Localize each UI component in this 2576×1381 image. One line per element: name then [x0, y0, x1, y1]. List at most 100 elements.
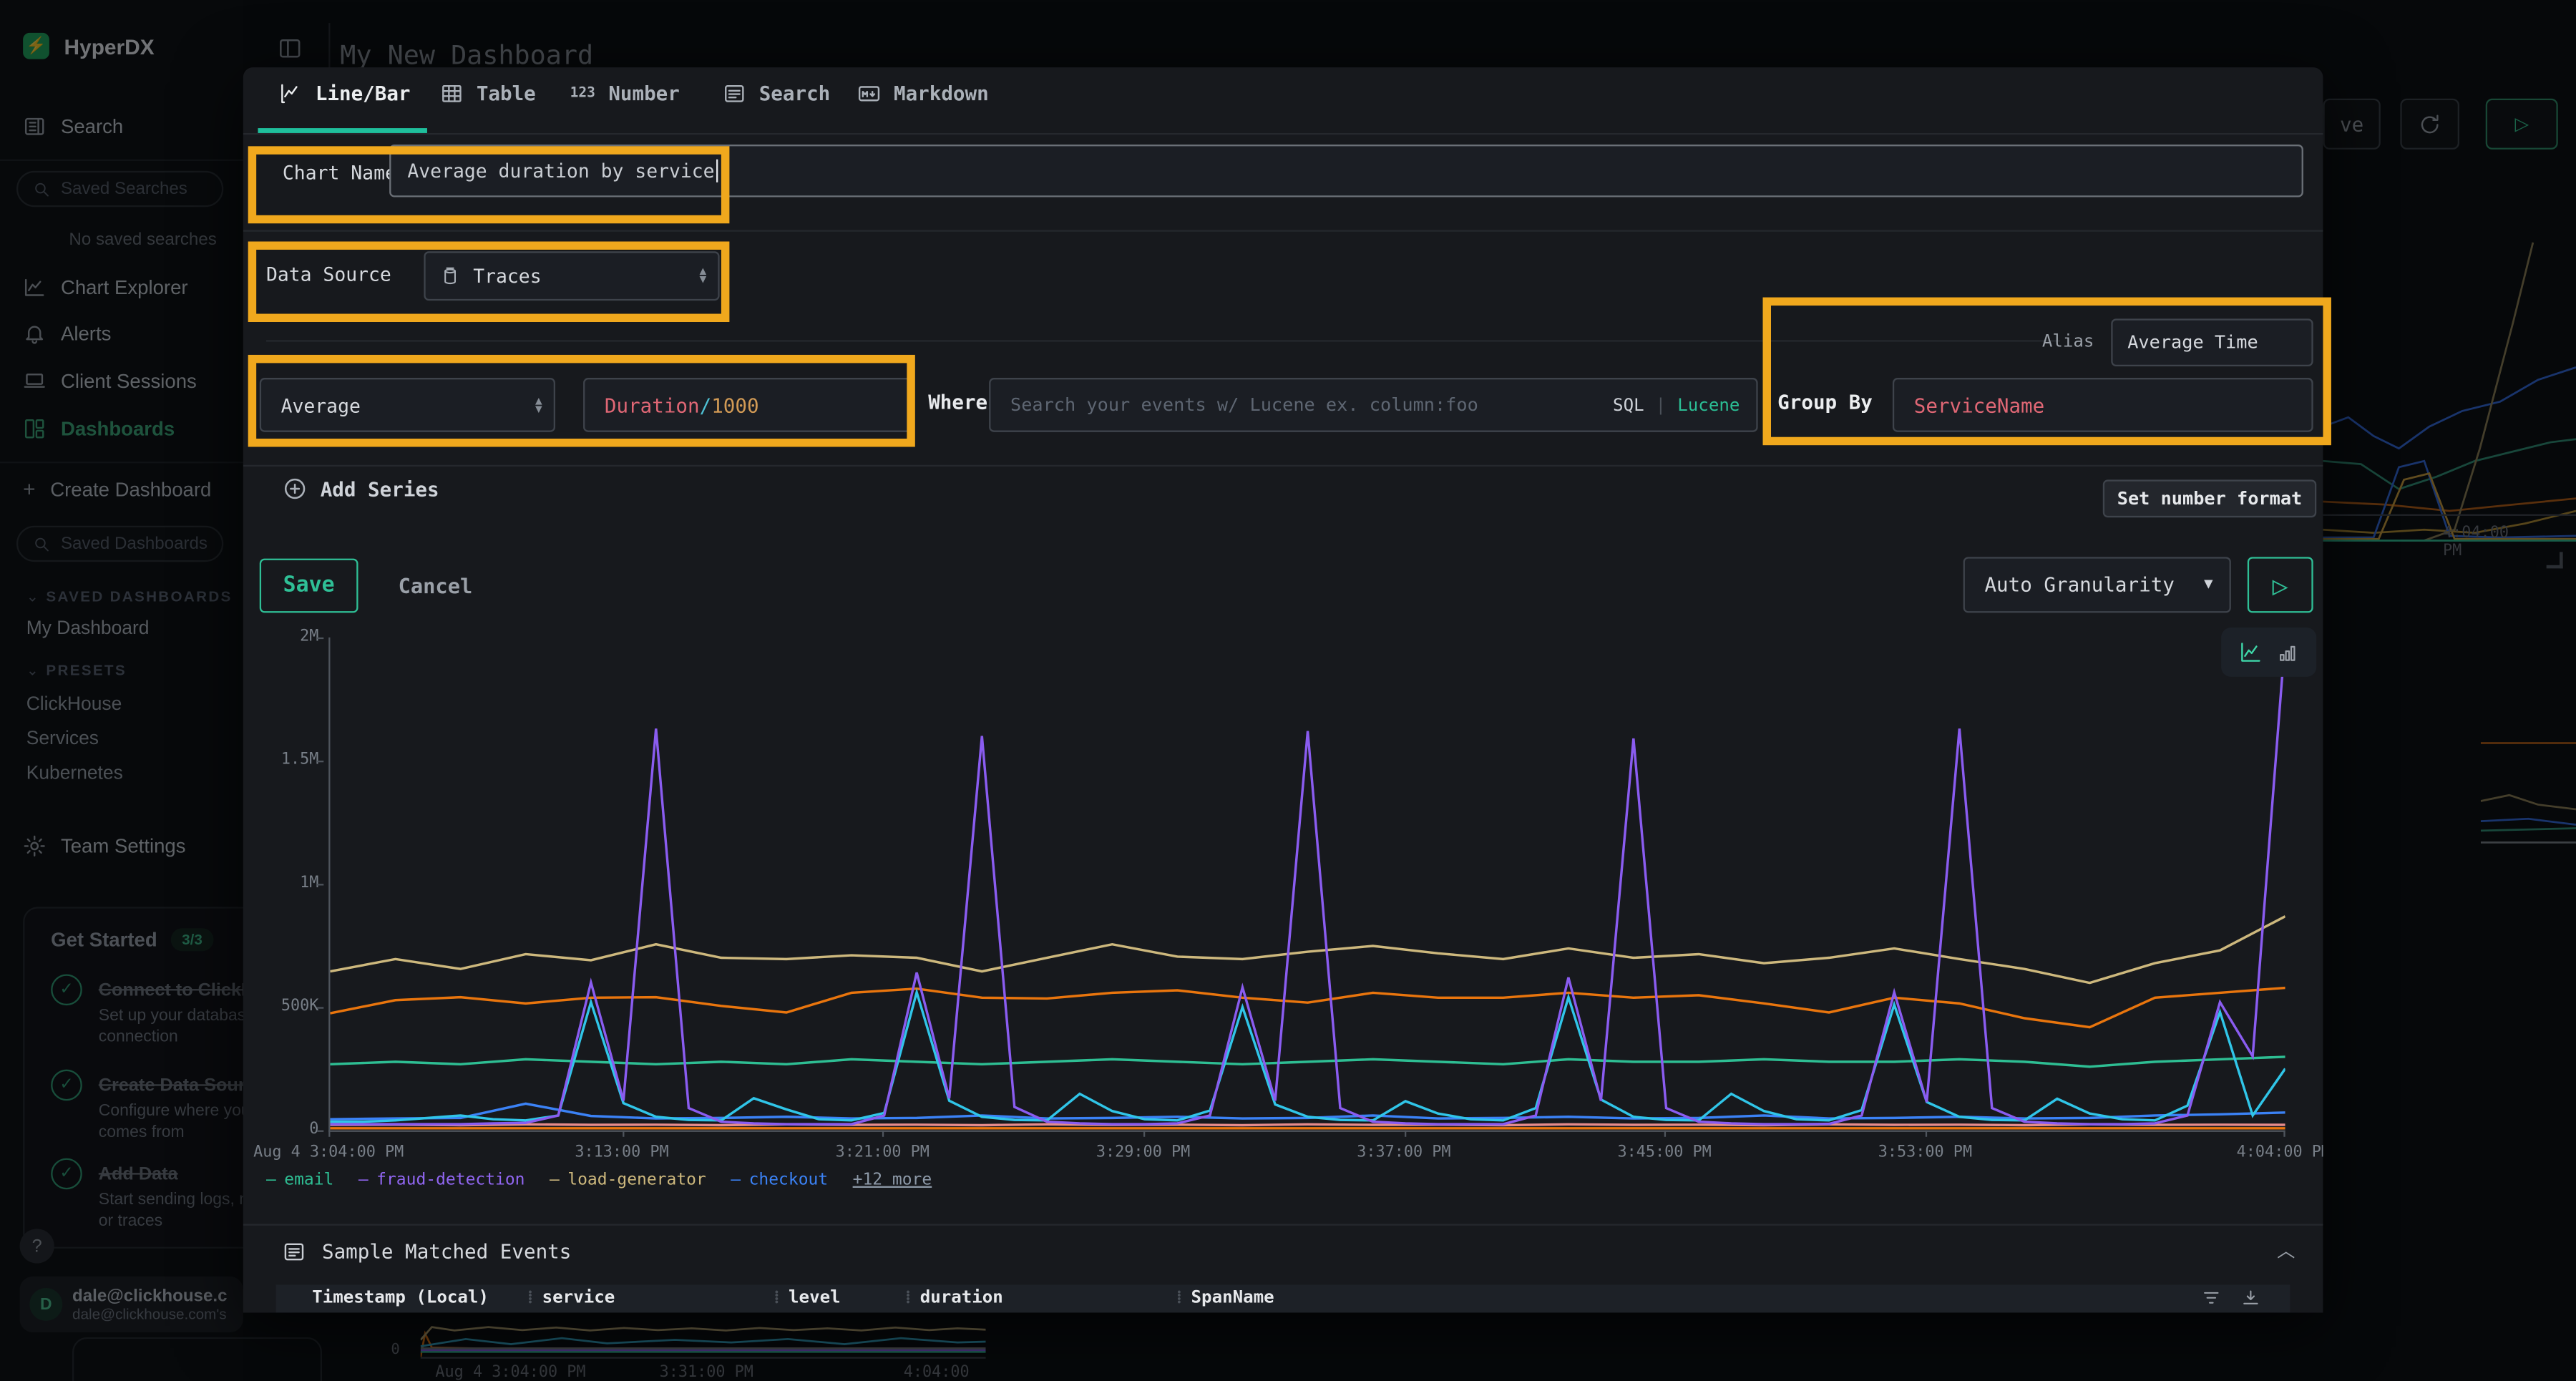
x-tick-label: 3:21:00 PM	[836, 1143, 930, 1161]
granularity-select[interactable]: Auto Granularity ▼	[1963, 557, 2231, 613]
column-separator[interactable]: ⁞	[527, 1284, 533, 1312]
column-header[interactable]: level	[789, 1284, 841, 1312]
column-separator[interactable]: ⁞	[905, 1284, 911, 1312]
sample-events-title: Sample Matched Events	[322, 1240, 571, 1263]
x-tickmark	[1664, 1131, 1666, 1137]
annotation-aggregation	[248, 355, 915, 447]
legend-more-link[interactable]: +12 more	[853, 1171, 932, 1189]
x-tick-label: 3:29:00 PM	[1096, 1143, 1190, 1161]
chart-series	[330, 1057, 2285, 1067]
add-series-label: Add Series	[321, 477, 439, 500]
chevron-down-icon: ▼	[2204, 577, 2212, 593]
y-tick-label: 1.5M	[281, 751, 319, 768]
x-tick-label: 4:04:00 PM	[2237, 1143, 2323, 1161]
tab-search[interactable]: Search	[723, 82, 830, 105]
screenshot-root: ⚡ HyperDX Search Saved Searches No saved…	[0, 0, 2576, 1381]
stage: ⚡ HyperDX Search Saved Searches No saved…	[0, 0, 2576, 1381]
tab-number[interactable]: 123 Number	[570, 82, 680, 105]
x-tickmark	[882, 1131, 884, 1137]
chart-series	[330, 638, 2285, 1124]
bar-chart-icon[interactable]	[2277, 642, 2298, 663]
x-tickmark	[1143, 1131, 1145, 1137]
column-header[interactable]: SpanName	[1191, 1284, 1274, 1312]
legend-item[interactable]: — fraud-detection	[358, 1171, 525, 1189]
where-placeholder: Search your events w/ Lucene ex. column:…	[990, 394, 1478, 416]
legend-swatch: —	[266, 1171, 276, 1189]
add-series-button[interactable]: Add Series	[283, 477, 439, 501]
chart-legend: — email — fraud-detection — load-generator — ch…	[266, 1171, 932, 1189]
chart-series	[330, 1124, 2285, 1125]
line-chart-icon[interactable]	[2239, 640, 2262, 663]
y-tick-label: 2M	[300, 628, 318, 645]
y-tickmark	[317, 761, 323, 762]
line-chart-icon	[279, 82, 302, 105]
legend-swatch: —	[358, 1171, 369, 1189]
column-header[interactable]: Timestamp (Local)	[312, 1284, 489, 1312]
set-number-format-button[interactable]: Set number format	[2103, 479, 2316, 517]
y-tick-label: 0	[309, 1121, 318, 1138]
sample-events-header[interactable]: Sample Matched Events	[283, 1240, 571, 1263]
granularity-value: Auto Granularity	[1965, 573, 2175, 596]
column-header[interactable]: service	[542, 1284, 615, 1312]
123-icon: 123	[570, 85, 595, 102]
tab-table[interactable]: Table	[440, 82, 535, 105]
collapse-chevron-icon[interactable]: ︿	[2277, 1237, 2295, 1264]
annotation-group-by	[1763, 298, 2331, 446]
annotation-chart-name	[248, 146, 730, 223]
legend-label: email	[284, 1171, 333, 1189]
legend-label: fraud-detection	[376, 1171, 525, 1189]
x-tick-label: 3:53:00 PM	[1878, 1143, 1972, 1161]
legend-swatch: —	[550, 1171, 560, 1189]
run-chart-button[interactable]: ▷	[2248, 557, 2313, 613]
y-tickmark	[317, 638, 323, 639]
column-separator[interactable]: ⁞	[774, 1284, 779, 1312]
legend-label: checkout	[749, 1171, 829, 1189]
column-header[interactable]: duration	[920, 1284, 1003, 1312]
y-tick-label: 1M	[300, 874, 318, 892]
x-tickmark	[1925, 1131, 1926, 1137]
x-tick-label: Aug 4 3:04:00 PM	[253, 1143, 404, 1161]
y-axis: 0500K1M1.5M2M	[243, 638, 322, 1131]
chart-series	[330, 917, 2285, 983]
legend-label: load-generator	[567, 1171, 706, 1189]
list-icon	[283, 1240, 306, 1263]
mode-divider: |	[1656, 395, 1667, 415]
tab-line-bar[interactable]: Line/Bar	[279, 82, 410, 105]
annotation-data-source	[248, 242, 730, 323]
x-tickmark	[1404, 1131, 1405, 1137]
tab-markdown[interactable]: Markdown	[857, 82, 988, 105]
play-icon: ▷	[2273, 570, 2288, 601]
download-icon[interactable]	[2241, 1288, 2261, 1308]
table-icon	[440, 82, 463, 105]
legend-item[interactable]: — load-generator	[550, 1171, 706, 1189]
legend-item[interactable]: — email	[266, 1171, 333, 1189]
column-separator[interactable]: ⁞	[1176, 1284, 1182, 1312]
chart-type-toggle	[2221, 628, 2316, 677]
cancel-button[interactable]: Cancel	[386, 559, 485, 613]
legend-item[interactable]: — checkout	[731, 1171, 828, 1189]
filter-icon[interactable]	[2202, 1288, 2222, 1308]
where-search-input[interactable]: Search your events w/ Lucene ex. column:…	[989, 378, 1757, 432]
x-tick-label: 3:13:00 PM	[575, 1143, 668, 1161]
chart-series	[330, 988, 2285, 1028]
x-tick-label: 3:45:00 PM	[1617, 1143, 1711, 1161]
x-tickmark	[622, 1131, 623, 1137]
x-tickmark	[328, 1131, 330, 1137]
lucene-mode-button[interactable]: Lucene	[1677, 395, 1740, 415]
legend-swatch: —	[731, 1171, 741, 1189]
sql-mode-button[interactable]: SQL	[1613, 395, 1644, 415]
markdown-icon	[857, 82, 880, 105]
y-tick-label: 500K	[281, 997, 319, 1015]
x-tickmark	[2283, 1131, 2285, 1137]
where-label: Where	[928, 391, 987, 414]
save-button[interactable]: Save	[260, 559, 358, 613]
y-tickmark	[317, 1007, 323, 1008]
x-tick-label: 3:37:00 PM	[1357, 1143, 1450, 1161]
y-tickmark	[317, 884, 323, 885]
y-tickmark	[317, 1131, 323, 1132]
line-chart[interactable]	[328, 638, 2285, 1132]
plus-circle-icon	[283, 477, 307, 501]
active-tab-underline	[258, 128, 426, 133]
search-list-icon	[723, 82, 746, 105]
events-table-header: Timestamp (Local) ⁞ service ⁞ level ⁞ duration…	[276, 1284, 2290, 1312]
